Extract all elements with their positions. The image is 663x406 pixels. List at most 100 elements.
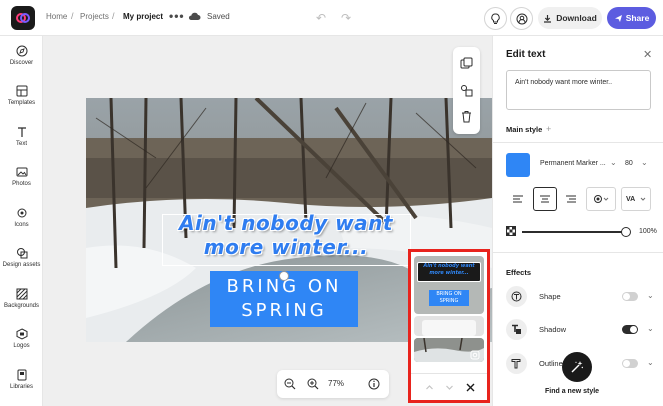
find-new-style-label[interactable]: Find a new style: [545, 388, 599, 395]
design-assets-icon: [16, 248, 27, 259]
sidebar-item-label: Libraries: [9, 384, 33, 390]
share-button[interactable]: Share: [607, 7, 656, 29]
effects-label: Effects: [506, 268, 532, 277]
font-family-select[interactable]: Permanent Marker ...: [540, 160, 606, 167]
undo-icon[interactable]: ↶: [316, 11, 326, 25]
info-icon[interactable]: [368, 378, 380, 390]
cloud-saved-icon: [188, 12, 201, 20]
chevron-down-icon[interactable]: ⌄: [641, 158, 648, 167]
lightbulb-icon: [491, 13, 500, 24]
compass-icon: [16, 45, 27, 57]
download-button[interactable]: Download: [538, 7, 602, 29]
zoom-out-icon[interactable]: [284, 378, 296, 390]
more-options-button[interactable]: •••: [169, 9, 185, 23]
sidebar-item-label: Templates: [7, 100, 36, 106]
spacing-icon: [594, 195, 609, 203]
effect-row-shape[interactable]: Shape ⌄: [506, 286, 656, 307]
opacity-value[interactable]: 100%: [639, 228, 657, 235]
style-picker-highlight: [408, 249, 490, 403]
zoom-in-icon[interactable]: [307, 378, 319, 390]
duplicate-icon[interactable]: [460, 57, 473, 70]
share-icon: [614, 14, 622, 22]
find-new-style-button[interactable]: [562, 352, 592, 382]
breadcrumb-separator: /: [112, 11, 115, 21]
chevron-down-icon[interactable]: ⌄: [610, 158, 617, 167]
share-label: Share: [625, 13, 650, 23]
sidebar-item-icons[interactable]: Icons: [0, 207, 43, 228]
collaborate-button[interactable]: [510, 7, 533, 30]
zoom-level[interactable]: 77%: [328, 379, 344, 388]
libraries-icon: [17, 369, 26, 381]
download-icon: [544, 14, 552, 23]
panel-close-icon[interactable]: ✕: [643, 48, 652, 61]
opacity-slider-track[interactable]: [522, 231, 624, 233]
breadcrumb-current[interactable]: My project: [123, 12, 163, 21]
text-icon: [17, 127, 26, 137]
align-left-icon: [513, 195, 523, 203]
effect-label: Outline: [539, 359, 563, 368]
sidebar-item-discover[interactable]: Discover: [0, 45, 43, 66]
divider: [493, 142, 663, 143]
sidebar-item-text[interactable]: Text: [0, 126, 43, 147]
arrange-icon[interactable]: [460, 84, 473, 97]
sidebar-item-design-assets[interactable]: Design assets: [0, 247, 43, 268]
font-size-select[interactable]: 80: [625, 160, 633, 167]
toggle-knob: [623, 293, 630, 300]
toggle-knob: [630, 326, 637, 333]
sidebar-item-label: Design assets: [2, 262, 41, 268]
chevron-down-icon[interactable]: ⌄: [647, 358, 654, 367]
floating-toolbar: [453, 47, 480, 134]
shadow-toggle[interactable]: [622, 325, 638, 334]
color-swatch[interactable]: [506, 153, 530, 177]
kerning-icon: VA: [626, 196, 646, 203]
sidebar-item-libraries[interactable]: Libraries: [0, 369, 43, 390]
align-right-button[interactable]: [559, 187, 583, 211]
canvas-headline-text[interactable]: Ain't nobody want more winter...: [160, 211, 412, 259]
sidebar-item-templates[interactable]: Templates: [0, 85, 43, 106]
shape-effect-icon: [506, 286, 527, 307]
add-style-icon[interactable]: +: [546, 124, 551, 134]
breadcrumb-separator: /: [71, 11, 74, 21]
sidebar-item-label: Icons: [14, 222, 29, 228]
sidebar-item-photos[interactable]: Photos: [0, 166, 43, 187]
sidebar-item-backgrounds[interactable]: Backgrounds: [0, 288, 43, 309]
kerning-button[interactable]: VA: [621, 187, 651, 211]
tips-button[interactable]: [484, 7, 507, 30]
shadow-effect-icon: [506, 319, 527, 340]
app-logo[interactable]: [11, 6, 35, 30]
sidebar-item-label: Discover: [9, 60, 34, 66]
backgrounds-icon: [16, 288, 27, 300]
magic-wand-icon: [571, 361, 583, 373]
svg-text:VA: VA: [626, 196, 635, 203]
align-right-icon: [566, 195, 576, 203]
trash-icon[interactable]: [460, 110, 473, 123]
breadcrumb-projects[interactable]: Projects: [80, 12, 109, 21]
sidebar-item-label: Backgrounds: [3, 303, 40, 309]
edit-text-panel: Edit text ✕ Ain't nobody want more winte…: [492, 36, 663, 406]
redo-icon[interactable]: ↷: [341, 11, 351, 25]
sidebar-item-logos[interactable]: Logos: [0, 328, 43, 349]
outline-toggle[interactable]: [622, 359, 638, 368]
align-left-button[interactable]: [506, 187, 530, 211]
effect-label: Shadow: [539, 325, 567, 334]
align-center-button[interactable]: [533, 187, 557, 211]
sidebar-item-label: Photos: [12, 181, 31, 187]
effect-row-shadow[interactable]: Shadow ⌄: [506, 319, 656, 340]
text-effects-button[interactable]: [586, 187, 616, 211]
shape-toggle[interactable]: [622, 292, 638, 301]
opacity-slider-thumb[interactable]: [621, 227, 631, 237]
effect-label: Shape: [539, 292, 561, 301]
panel-title: Edit text: [506, 49, 546, 60]
save-status: Saved: [207, 12, 230, 21]
rotate-handle[interactable]: [279, 271, 289, 281]
chevron-down-icon[interactable]: ⌄: [647, 324, 654, 333]
user-plus-icon: [516, 13, 527, 24]
divider: [493, 252, 663, 253]
outline-effect-icon: [506, 353, 527, 374]
opacity-icon: [506, 226, 516, 236]
breadcrumb-home[interactable]: Home: [46, 12, 67, 21]
align-center-icon: [540, 195, 550, 203]
creative-cloud-icon: [16, 13, 30, 23]
text-input[interactable]: Ain't nobody want more winter..: [506, 70, 651, 110]
chevron-down-icon[interactable]: ⌄: [647, 291, 654, 300]
